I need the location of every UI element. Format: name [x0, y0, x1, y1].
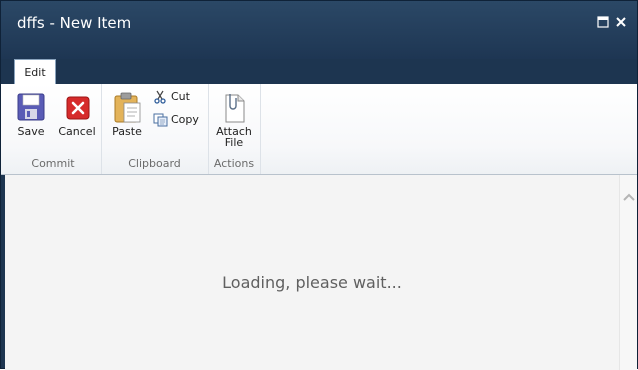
- group-label-commit: Commit: [31, 157, 75, 170]
- attach-file-label: Attach File: [216, 125, 252, 149]
- cancel-label: Cancel: [58, 125, 96, 138]
- copy-icon: [153, 113, 168, 127]
- paste-button[interactable]: Paste: [105, 88, 149, 148]
- dialog-title: dffs - New Item: [17, 14, 132, 32]
- ribbon-tabstrip: Edit: [1, 59, 637, 84]
- attach-file-button[interactable]: Attach File: [212, 88, 256, 148]
- close-icon: [616, 17, 626, 27]
- attach-file-icon: [225, 94, 245, 123]
- ribbon: Save Cancel Commit Paste Cut Copy Clipbo…: [1, 84, 637, 175]
- paste-icon: [114, 92, 141, 123]
- cancel-icon: [66, 96, 90, 120]
- tab-edit[interactable]: Edit: [14, 59, 56, 84]
- maximize-button[interactable]: [597, 13, 609, 28]
- dialog-content: Loading, please wait...: [5, 175, 619, 370]
- close-button[interactable]: [615, 13, 627, 27]
- vertical-scrollbar[interactable]: [619, 175, 637, 370]
- dialog-window: dffs - New Item Edit Save Cancel Commit …: [0, 0, 638, 370]
- ribbon-group-clipboard: Paste Cut Copy Clipboard: [101, 84, 209, 174]
- maximize-icon: [597, 16, 609, 28]
- paste-label: Paste: [112, 125, 142, 138]
- loading-message: Loading, please wait...: [222, 273, 402, 292]
- cut-label: Cut: [171, 90, 190, 103]
- cancel-button[interactable]: Cancel: [55, 88, 99, 148]
- scroll-up-button[interactable]: [621, 189, 637, 203]
- copy-label: Copy: [171, 113, 199, 126]
- title-bar: dffs - New Item: [1, 1, 637, 59]
- scissors-icon: [154, 90, 166, 104]
- save-icon: [17, 93, 45, 121]
- group-label-clipboard: Clipboard: [128, 157, 181, 170]
- save-button[interactable]: Save: [9, 88, 53, 148]
- chevron-up-icon: [623, 193, 635, 201]
- ribbon-group-commit: Save Cancel Commit: [5, 84, 102, 174]
- group-label-actions: Actions: [213, 157, 255, 170]
- ribbon-group-actions: Attach File Actions: [208, 84, 261, 174]
